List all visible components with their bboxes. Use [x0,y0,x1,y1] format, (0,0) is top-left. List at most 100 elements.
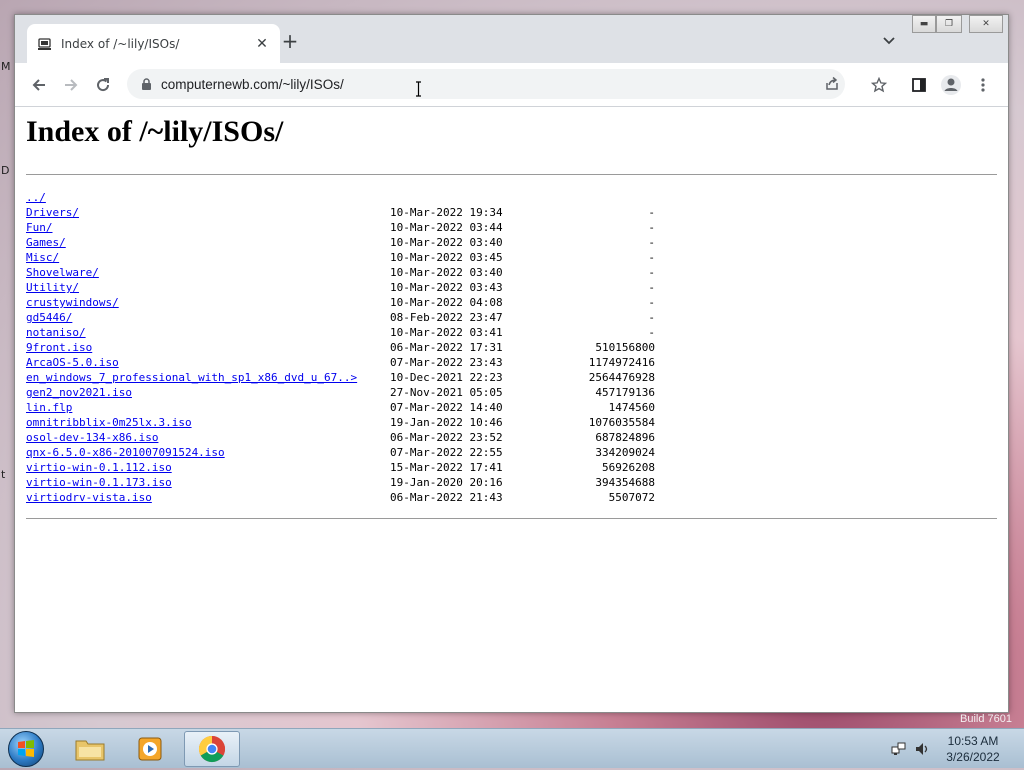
list-item: ../ [26,190,655,205]
file-size: - [648,206,655,219]
file-link[interactable]: osol-dev-134-x86.iso [26,431,158,444]
file-name-cell: ../ [26,190,390,205]
list-item: gd5446/08-Feb-2022 23:47 - [26,310,655,325]
address-bar[interactable]: computernewb.com/~lily/ISOs/ [127,69,845,99]
tab-active[interactable]: Index of /~lily/ISOs/ ✕ [27,24,280,63]
file-name-cell: Utility/ [26,280,390,295]
file-date: 07-Mar-2022 22:55 [390,446,503,459]
file-name-cell: Misc/ [26,250,390,265]
page-title: Index of /~lily/ISOs/ [26,115,284,148]
file-link[interactable]: Misc/ [26,251,59,264]
browser-favicon-icon [37,36,53,52]
share-button[interactable] [821,73,843,95]
file-link[interactable]: Shovelware/ [26,266,99,279]
back-button[interactable] [27,73,51,97]
list-item: virtio-win-0.1.173.iso 19-Jan-2020 20:16 3… [26,475,655,490]
file-link[interactable]: gen2_nov2021.iso [26,386,132,399]
taskbar-chrome[interactable] [184,731,240,767]
volume-icon[interactable] [914,741,930,757]
reload-button[interactable] [91,73,115,97]
profile-icon [941,75,961,95]
file-name-cell: crustywindows/ [26,295,390,310]
system-clock[interactable]: 10:53 AM 3/26/2022 [935,733,1011,765]
list-item: en_windows_7_professional_with_sp1_x86_d… [26,370,655,385]
file-name-cell: lin.flp [26,400,390,415]
back-arrow-icon [32,79,45,91]
tab-search-button[interactable] [879,31,899,51]
file-date: 06-Mar-2022 21:43 [390,491,503,504]
taskbar-media-player[interactable] [122,731,178,767]
list-item: osol-dev-134-x86.iso 06-Mar-2022 23:52 687… [26,430,655,445]
folder-icon [75,740,105,761]
file-date: 08-Feb-2022 23:47 [390,311,503,324]
list-item: crustywindows/10-Mar-2022 04:08 - [26,295,655,310]
list-item: Shovelware/10-Mar-2022 03:40 - [26,265,655,280]
file-link[interactable]: virtio-win-0.1.112.iso [26,461,172,474]
reload-icon [97,78,110,92]
file-date [390,190,520,205]
list-item: Utility/10-Mar-2022 03:43 - [26,280,655,295]
file-size: - [648,281,655,294]
file-size: 1174972416 [588,356,655,369]
file-link[interactable]: virtiodrv-vista.iso [26,491,152,504]
file-link[interactable]: qnx-6.5.0-x86-201007091524.iso [26,446,225,459]
profile-button[interactable] [939,73,963,97]
star-icon [871,77,887,93]
file-link[interactable]: ArcaOS-5.0.iso [26,356,119,369]
chevron-down-icon [883,37,895,45]
tab-title: Index of /~lily/ISOs/ [61,36,180,51]
lock-icon[interactable] [139,77,153,91]
file-link[interactable]: 9front.iso [26,341,92,354]
file-link[interactable]: notaniso/ [26,326,86,339]
new-tab-button[interactable]: + [278,29,302,53]
file-size: - [648,221,655,234]
desktop-icon-label-fragment: D [1,164,10,177]
network-icon[interactable] [891,741,907,757]
list-item: gen2_nov2021.iso 27-Nov-2021 05:05 4571791… [26,385,655,400]
side-panel-icon [912,78,926,92]
build-watermark: Build 7601 [960,713,1012,725]
file-name-cell: gd5446/ [26,310,390,325]
list-item: virtiodrv-vista.iso 06-Mar-2022 21:43 5507… [26,490,655,505]
file-link[interactable]: ../ [26,191,46,204]
file-date: 10-Mar-2022 03:41 [390,326,503,339]
windows-start-icon[interactable] [8,731,44,767]
file-link[interactable]: Games/ [26,236,66,249]
side-panel-button[interactable] [907,73,931,97]
file-name-cell: Fun/ [26,220,390,235]
file-name-cell: virtiodrv-vista.iso [26,490,390,505]
file-link[interactable]: crustywindows/ [26,296,119,309]
bookmark-button[interactable] [867,73,891,97]
list-item: omnitribblix-0m25lx.3.iso 19-Jan-2022 10:… [26,415,655,430]
list-item: Misc/10-Mar-2022 03:45 - [26,250,655,265]
file-date: 10-Mar-2022 04:08 [390,296,503,309]
page-content: Index of /~lily/ISOs/ ../ Drivers/10-Mar-… [15,107,1008,712]
taskbar-explorer[interactable] [62,731,118,767]
file-link[interactable]: virtio-win-0.1.173.iso [26,476,172,489]
file-date: 10-Mar-2022 03:40 [390,266,503,279]
file-size: 1076035584 [588,416,655,429]
file-name-cell: omnitribblix-0m25lx.3.iso [26,415,390,430]
share-icon [826,76,838,90]
file-size: 510156800 [595,341,655,354]
close-tab-icon[interactable]: ✕ [254,36,270,52]
file-date: 19-Jan-2020 20:16 [390,476,503,489]
menu-button[interactable] [971,73,995,97]
file-name-cell: Drivers/ [26,205,390,220]
file-date: 06-Mar-2022 23:52 [390,431,503,444]
list-item: qnx-6.5.0-x86-201007091524.iso 07-Mar-202… [26,445,655,460]
file-link[interactable]: gd5446/ [26,311,72,324]
file-link[interactable]: Fun/ [26,221,53,234]
media-player-icon [138,737,162,761]
file-name-cell: 9front.iso [26,340,390,355]
file-link[interactable]: omnitribblix-0m25lx.3.iso [26,416,192,429]
file-link[interactable]: Drivers/ [26,206,79,219]
file-size: - [648,251,655,264]
list-item: Games/10-Mar-2022 03:40 - [26,235,655,250]
file-link[interactable]: Utility/ [26,281,79,294]
file-link[interactable]: lin.flp [26,401,72,414]
forward-button[interactable] [59,73,83,97]
file-size: 687824896 [595,431,655,444]
file-link[interactable]: en_windows_7_professional_with_sp1_x86_d… [26,371,357,384]
url-text[interactable]: computernewb.com/~lily/ISOs/ [161,77,344,92]
